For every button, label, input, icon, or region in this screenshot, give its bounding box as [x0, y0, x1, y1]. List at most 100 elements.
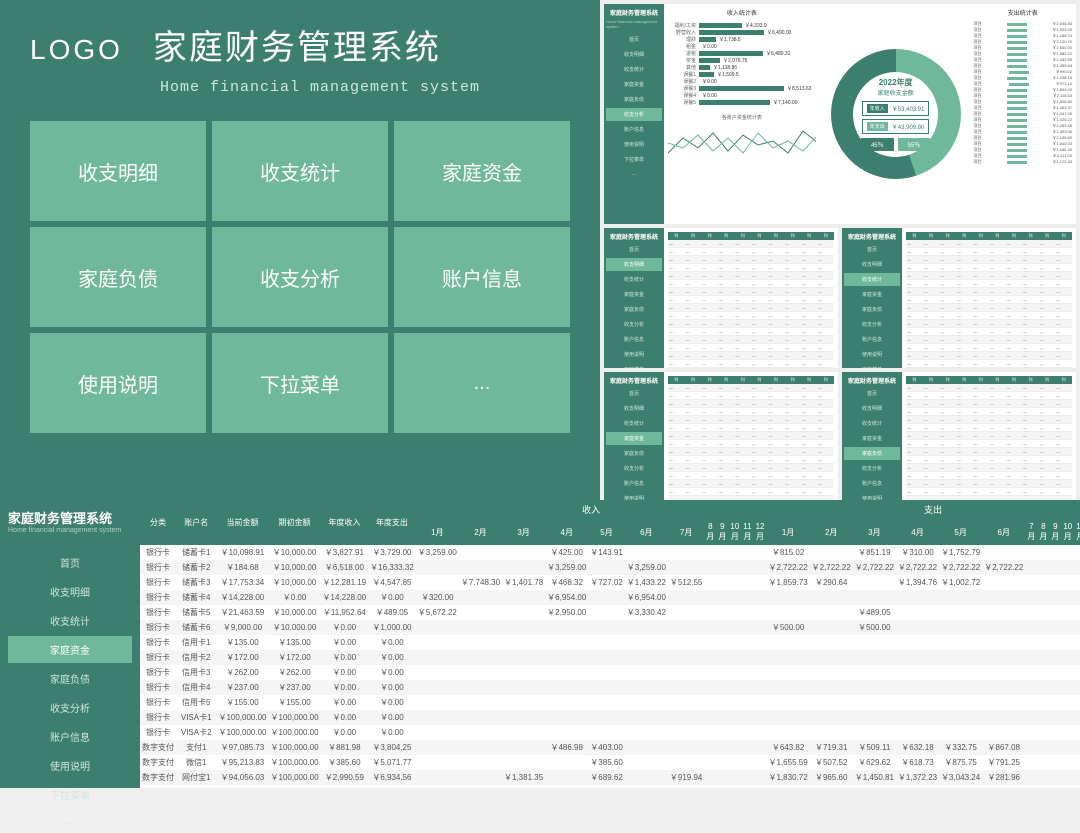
nav-item[interactable]: 首页: [606, 243, 662, 256]
nav-item[interactable]: 使用说明: [844, 348, 900, 361]
nav-item[interactable]: 收支明细: [844, 258, 900, 271]
nav-item[interactable]: 账户信息: [8, 723, 132, 750]
nav-item[interactable]: 收支分析: [844, 462, 900, 475]
nav-item[interactable]: 使用说明: [8, 752, 132, 779]
card-1[interactable]: 收支统计: [212, 121, 388, 221]
nav-item[interactable]: 账户信息: [844, 333, 900, 346]
expense-value: ￥43,909.80: [892, 122, 925, 131]
nav-item[interactable]: 账户信息: [606, 123, 662, 136]
nav-item[interactable]: 收支统计: [844, 273, 900, 286]
card-7[interactable]: 下拉菜单: [212, 333, 388, 433]
table-row: 银行卡储蓄卡6￥9,000.00￥10,000.00￥0.00￥1,000.00…: [140, 620, 1080, 635]
nav-item[interactable]: 收支分析: [844, 318, 900, 331]
nav-item[interactable]: 下拉菜单: [606, 363, 662, 368]
thumb-funds[interactable]: 家庭财务管理系统首页收支明细收支统计家庭资金家庭负债收支分析账户信息使用说明下拉…: [604, 372, 838, 512]
nav-item[interactable]: 家庭资金: [606, 288, 662, 301]
table-row: 银行卡信用卡2￥172.00￥172.00￥0.00￥0.00: [140, 650, 1080, 665]
nav-item[interactable]: 收支分析: [606, 108, 662, 121]
card-8[interactable]: ...: [394, 333, 570, 433]
thumbnails-area: 家庭财务管理系统 Home financial management syste…: [600, 0, 1080, 500]
main-title: 家庭财务管理系统: [153, 20, 441, 69]
nav-item[interactable]: 收支统计: [606, 63, 662, 76]
nav-item[interactable]: 首页: [606, 33, 662, 46]
nav-item[interactable]: 收支分析: [8, 694, 132, 721]
table-row: 银行卡信用卡1￥135.00￥135.00￥0.00￥0.00: [140, 635, 1080, 650]
nav-item[interactable]: 家庭负债: [844, 447, 900, 460]
nav-item[interactable]: 使用说明: [606, 348, 662, 361]
thumb-stats[interactable]: 家庭财务管理系统首页收支明细收支统计家庭资金家庭负债收支分析账户信息使用说明下拉…: [842, 228, 1076, 368]
expense-tag: 年支出: [867, 122, 888, 131]
nav-item[interactable]: 家庭负债: [844, 303, 900, 316]
thumb-debt[interactable]: 家庭财务管理系统首页收支明细收支统计家庭资金家庭负债收支分析账户信息使用说明下拉…: [842, 372, 1076, 512]
nav-item[interactable]: 家庭负债: [8, 665, 132, 692]
table-row: 数字支付支付1￥97,085.73￥100,000.00￥881.98￥3,80…: [140, 740, 1080, 755]
nav-item[interactable]: 账户信息: [606, 477, 662, 490]
nav-item[interactable]: 收支明细: [606, 402, 662, 415]
nav-item[interactable]: 下拉菜单: [8, 781, 132, 808]
table-row: 银行卡储蓄卡3￥17,753.34￥10,000.00￥12,281.19￥4,…: [140, 575, 1080, 590]
table-row: 银行卡信用卡5￥155.00￥155.00￥0.00￥0.00: [140, 695, 1080, 710]
table-row: 银行卡信用卡4￥237.00￥237.00￥0.00￥0.00: [140, 680, 1080, 695]
nav-item[interactable]: 下拉菜单: [844, 363, 900, 368]
thumb-side-sub: Home financial management system: [606, 19, 662, 29]
thumb-detail[interactable]: 家庭财务管理系统首页收支明细收支统计家庭资金家庭负债收支分析账户信息使用说明下拉…: [604, 228, 838, 368]
income-tag: 年收入: [867, 104, 888, 113]
main-subtitle: Home financial management system: [160, 79, 570, 96]
pct-income: 45％: [861, 138, 894, 151]
card-6[interactable]: 使用说明: [30, 333, 206, 433]
income-value: ￥53,403.91: [892, 104, 925, 113]
nav-item[interactable]: 收支统计: [8, 607, 132, 634]
table-row: 数字支付网付宝1￥94,056.03￥100,000.00￥2,990.59￥6…: [140, 770, 1080, 785]
main-panel: LOGO 家庭财务管理系统 Home financial management …: [0, 0, 600, 500]
table-row: 银行卡储蓄卡1￥10,098.91￥10,000.00￥3,827.91￥3,7…: [140, 545, 1080, 560]
card-5[interactable]: 账户信息: [394, 227, 570, 327]
table-row: 数字支付微信1￥95,213.83￥100,000.00￥385.60￥5,07…: [140, 755, 1080, 770]
nav-item[interactable]: 首页: [844, 243, 900, 256]
expense-chart-title: 支出统计表: [974, 8, 1073, 17]
donut-chart: 2022年度 家庭收支金额 年收入￥53,403.91 年支出￥43,909.8…: [831, 49, 961, 179]
nav-item[interactable]: 收支明细: [8, 578, 132, 605]
funds-table: 分类账户名当前金额期初金额年度收入年度支出收入支出1月2月3月4月5月6月7月8…: [140, 500, 1080, 788]
nav-item[interactable]: ...: [8, 810, 132, 833]
card-4[interactable]: 收支分析: [212, 227, 388, 327]
bottom-table-wrap[interactable]: 分类账户名当前金额期初金额年度收入年度支出收入支出1月2月3月4月5月6月7月8…: [140, 500, 1080, 788]
nav-item[interactable]: 家庭负债: [606, 93, 662, 106]
nav-item[interactable]: 收支明细: [844, 402, 900, 415]
nav-item[interactable]: ...: [606, 168, 662, 180]
bottom-sidebar: 家庭财务管理系统 Home financial management syste…: [0, 500, 140, 788]
thumb-dashboard[interactable]: 家庭财务管理系统 Home financial management syste…: [604, 4, 1076, 224]
card-0[interactable]: 收支明细: [30, 121, 206, 221]
nav-item[interactable]: 收支明细: [606, 258, 662, 271]
nav-item[interactable]: 家庭负债: [606, 447, 662, 460]
bottom-side-title: 家庭财务管理系统: [8, 508, 132, 527]
nav-item[interactable]: 首页: [844, 387, 900, 400]
nav-item[interactable]: 账户信息: [844, 477, 900, 490]
table-row: 银行卡储蓄卡4￥14,228.00￥0.00￥14,228.00￥0.00￥32…: [140, 590, 1080, 605]
thumb-side-title: 家庭财务管理系统: [610, 8, 658, 17]
nav-item[interactable]: 家庭资金: [8, 636, 132, 663]
table-row: 银行卡信用卡3￥262.00￥262.00￥0.00￥0.00: [140, 665, 1080, 680]
nav-item[interactable]: 家庭负债: [606, 303, 662, 316]
nav-item[interactable]: 家庭资金: [606, 432, 662, 445]
nav-item[interactable]: 收支统计: [844, 417, 900, 430]
nav-item[interactable]: 家庭资金: [844, 432, 900, 445]
nav-item[interactable]: 收支明细: [606, 48, 662, 61]
nav-item[interactable]: 使用说明: [606, 138, 662, 151]
table-row: 银行卡VISA卡1￥100,000.00￥100,000.00￥0.00￥0.0…: [140, 710, 1080, 725]
nav-item[interactable]: 家庭资金: [606, 78, 662, 91]
nav-item[interactable]: 账户信息: [606, 333, 662, 346]
nav-item[interactable]: 收支分析: [606, 462, 662, 475]
nav-item[interactable]: 下拉菜单: [606, 153, 662, 166]
nav-item[interactable]: 收支统计: [606, 273, 662, 286]
card-3[interactable]: 家庭负债: [30, 227, 206, 327]
pct-expense: 55％: [898, 138, 931, 151]
donut-sub: 家庭收支金额: [878, 88, 914, 97]
nav-item[interactable]: 收支分析: [606, 318, 662, 331]
card-2[interactable]: 家庭资金: [394, 121, 570, 221]
table-row: 银行卡储蓄卡2￥184.68￥10,000.00￥6,518.00￥16,333…: [140, 560, 1080, 575]
nav-item[interactable]: 首页: [606, 387, 662, 400]
nav-item[interactable]: 家庭资金: [844, 288, 900, 301]
nav-item[interactable]: 首页: [8, 549, 132, 576]
card-grid: 收支明细收支统计家庭资金家庭负债收支分析账户信息使用说明下拉菜单...: [30, 121, 570, 433]
nav-item[interactable]: 收支统计: [606, 417, 662, 430]
